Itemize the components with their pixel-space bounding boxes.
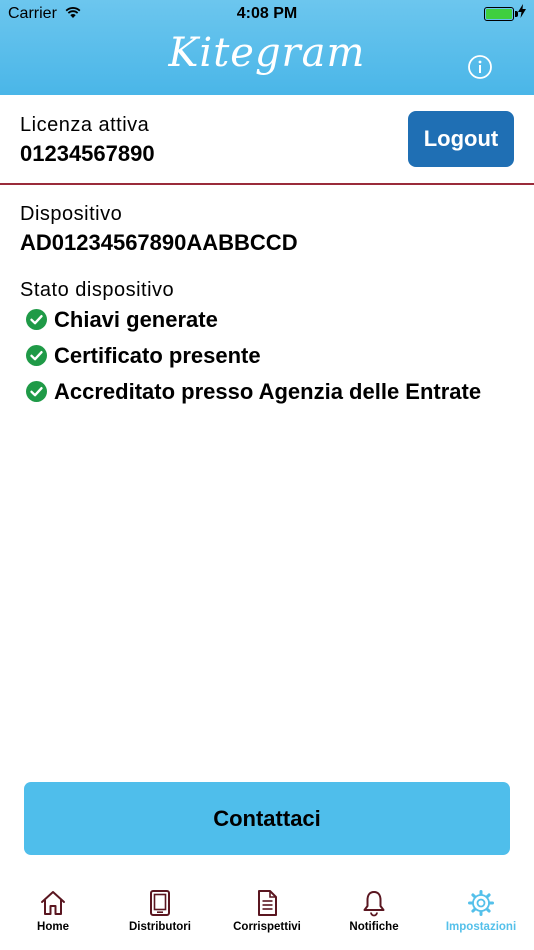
device-icon [150,890,170,916]
tab-home[interactable]: Home [0,878,106,950]
home-icon [41,891,65,915]
tab-impostazioni[interactable]: Impostazioni [428,878,534,950]
status-bar: Carrier 4:08 PM [0,0,534,28]
tab-label: Home [37,921,69,933]
tab-notifiche[interactable]: Notifiche [321,878,427,950]
app-header: Carrier 4:08 PM Kitegram [0,0,534,95]
app-logo: Kitegram [168,30,366,76]
status-time: 4:08 PM [236,5,298,22]
tab-corrispettivi[interactable]: Corrispettivi [214,878,320,950]
device-state-label: Stato dispositivo [20,279,175,301]
bell-icon [363,891,385,917]
check-circle-icon [26,309,47,330]
info-icon[interactable] [467,54,493,80]
tab-distributori[interactable]: Distributori [107,878,213,950]
state-item-label: Accreditato presso Agenzia delle Entrate [54,379,482,404]
battery-icon [484,7,518,21]
logout-button[interactable]: Logout [408,111,514,167]
device-label: Dispositivo [20,203,123,225]
document-icon [258,890,277,916]
tab-label: Corrispettivi [233,921,301,933]
tab-label: Distributori [129,921,191,933]
tab-bar: Home Distributori Corrispettivi Notifich… [0,878,534,950]
state-item-label: Certificato presente [54,343,261,368]
tab-label: Notifiche [349,921,399,933]
check-circle-icon [26,381,47,402]
tab-label: Impostazioni [445,921,517,933]
section-divider [0,183,534,185]
charging-icon [518,4,526,23]
gear-icon [468,890,494,916]
state-item-label: Chiavi generate [54,307,218,332]
contact-button[interactable]: Contattaci [24,782,510,855]
device-id: AD01234567890AABBCCD [20,230,298,255]
check-circle-icon [26,345,47,366]
license-number: 01234567890 [20,141,155,166]
license-label: Licenza attiva [20,114,150,136]
